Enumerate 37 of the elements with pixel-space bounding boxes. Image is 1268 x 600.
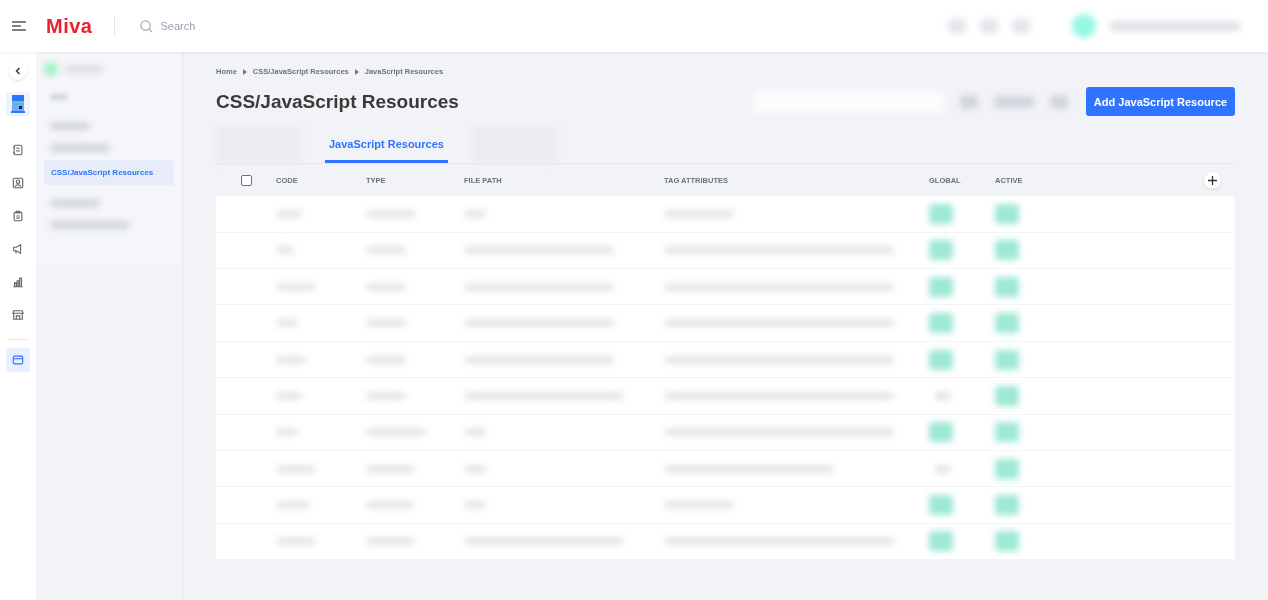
add-resource-button[interactable]: Add JavaScript Resource: [1086, 87, 1235, 117]
sidebar-item[interactable]: CSS/JavaScript Resources: [44, 160, 174, 185]
storefront-icon: [12, 309, 24, 321]
add-column-button[interactable]: [1204, 171, 1221, 189]
select-all-checkbox[interactable]: [240, 174, 252, 186]
blurred-text[interactable]: [994, 95, 1034, 108]
menu-icon[interactable]: [12, 21, 26, 31]
blurred-text: [50, 94, 68, 100]
contact-card-icon: [12, 177, 24, 189]
blurred-icon[interactable]: [960, 94, 978, 109]
blurred-icon[interactable]: [948, 19, 966, 33]
sidebar-item[interactable]: [50, 221, 130, 229]
collapse-button[interactable]: [9, 62, 27, 80]
search-icon: [140, 19, 154, 33]
clipboard-icon: [12, 210, 24, 222]
notebook-icon: [12, 144, 24, 156]
logo[interactable]: Miva: [46, 11, 93, 41]
nav-rail-item[interactable]: [6, 348, 30, 372]
chevron-right-icon: [354, 68, 359, 75]
megaphone-icon: [12, 243, 24, 255]
search-field[interactable]: Search: [160, 17, 361, 35]
store-icon[interactable]: [11, 95, 25, 113]
chevron-right-icon: [242, 68, 247, 75]
chevron-left-icon: [15, 67, 21, 75]
sidebar-item[interactable]: [50, 199, 100, 207]
blurred-icon[interactable]: [1050, 94, 1068, 109]
sidebar-item[interactable]: [50, 144, 110, 152]
blurred-icon[interactable]: [980, 19, 998, 33]
blurred-icon: [44, 62, 58, 76]
tab[interactable]: JavaScript Resources: [325, 127, 448, 164]
sidebar-item[interactable]: [50, 122, 90, 130]
plus-icon: [1208, 175, 1217, 185]
avatar[interactable]: [1072, 14, 1096, 38]
browser-window-icon: [12, 354, 24, 366]
blurred-icon[interactable]: [1012, 19, 1030, 33]
page-title: CSS/JavaScript Resources: [216, 89, 459, 114]
bar-chart-icon: [12, 276, 24, 288]
